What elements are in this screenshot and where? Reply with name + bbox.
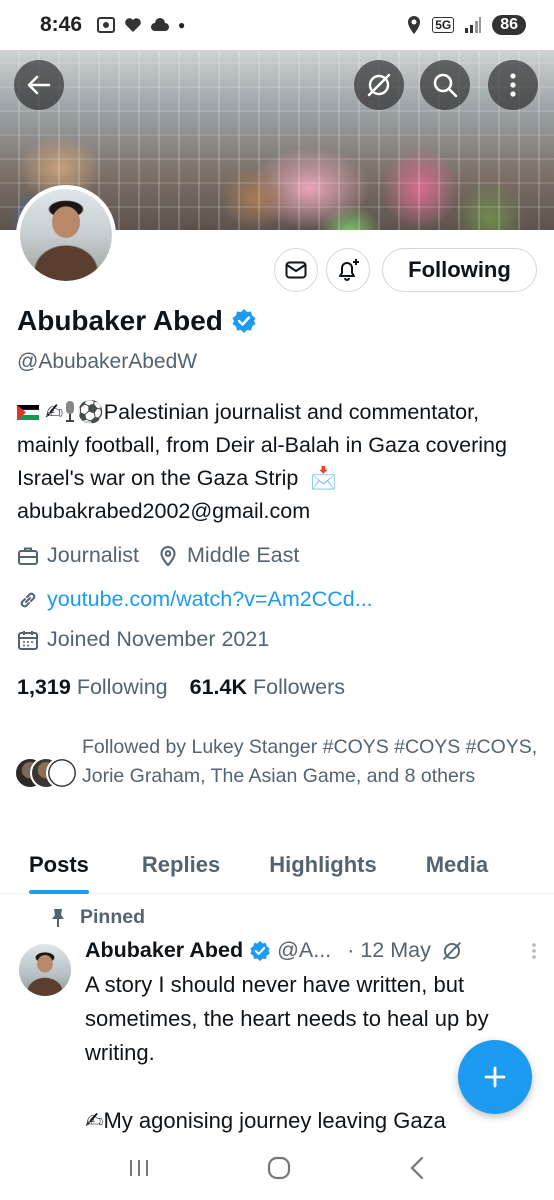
search-icon	[433, 73, 458, 98]
following-count-link[interactable]: 1,319 Following	[17, 675, 168, 700]
back-button[interactable]	[14, 60, 64, 110]
tweet-body[interactable]: A story I should never have written, but…	[85, 968, 525, 1138]
compose-button[interactable]	[458, 1040, 532, 1114]
followers-label: Followers	[253, 675, 346, 699]
profile-meta-joined: Joined November 2021	[17, 627, 269, 652]
search-button[interactable]	[420, 60, 470, 110]
profile-tabs: Posts Replies Highlights Media	[0, 836, 554, 894]
following-button[interactable]: Following	[382, 248, 537, 292]
profile-category: Journalist	[47, 543, 140, 567]
location-icon	[408, 16, 421, 34]
plus-icon	[484, 1066, 506, 1088]
status-notification-icons: ●	[96, 16, 185, 34]
back-icon[interactable]	[407, 1155, 427, 1181]
briefcase-icon	[18, 547, 38, 565]
writing-hand-icon: ✍	[85, 1108, 104, 1133]
profile-link[interactable]: youtube.com/watch?v=Am2CCd...	[47, 587, 373, 612]
inbox-tray-icon: 📩	[310, 466, 338, 490]
network-label: 5G	[432, 17, 455, 33]
android-nav-bar	[0, 1136, 554, 1200]
battery-indicator: 86	[492, 15, 526, 35]
profile-avatar[interactable]	[16, 185, 116, 285]
football-icon: ⚽	[77, 400, 104, 424]
tweet-header: Abubaker Abed @A... · 12 May	[85, 938, 545, 963]
status-time: 8:46	[40, 13, 83, 36]
signal-icon	[465, 17, 482, 33]
pinned-indicator: Pinned	[50, 906, 145, 929]
following-count: 1,319	[17, 675, 71, 699]
profile-name-row: Abubaker Abed	[17, 305, 257, 337]
tab-highlights[interactable]: Highlights	[269, 836, 377, 894]
more-vertical-icon	[532, 942, 536, 959]
profile-location: Middle East	[187, 543, 300, 567]
status-bar: 8:46 ● 5G 86	[0, 0, 554, 50]
dot-icon: ●	[178, 18, 186, 32]
grok-icon	[443, 941, 461, 960]
tweet-text-paragraph: ✍My agonising journey leaving Gaza	[85, 1104, 525, 1138]
following-label: Following	[76, 675, 168, 699]
grok-button[interactable]	[354, 60, 404, 110]
followers-count: 61.4K	[189, 675, 248, 699]
microphone-icon	[66, 401, 74, 422]
profile-bio: ✍ ⚽Palestinian journalist and commentator…	[17, 396, 537, 528]
verified-badge-icon	[250, 940, 270, 961]
status-system-icons: 5G 86	[406, 15, 526, 35]
profile-meta-category-location: Journalist Middle East	[17, 543, 299, 568]
calendar-icon	[18, 630, 38, 650]
verified-badge-icon	[232, 309, 256, 333]
grok-icon	[367, 73, 391, 97]
profile-handle: @AbubakerAbedW	[17, 350, 198, 373]
tab-media[interactable]: Media	[426, 836, 488, 894]
pin-icon	[52, 908, 64, 927]
tab-replies[interactable]: Replies	[142, 836, 220, 894]
tweet-text-paragraph: A story I should never have written, but…	[85, 972, 489, 1065]
envelope-icon	[285, 261, 307, 279]
profile-name: Abubaker Abed	[17, 305, 223, 336]
tab-posts[interactable]: Posts	[29, 836, 89, 894]
message-button[interactable]	[274, 248, 318, 292]
recent-apps-icon[interactable]	[127, 1157, 151, 1179]
followed-by-avatars	[14, 757, 80, 791]
tweet-author-name[interactable]: Abubaker Abed	[85, 938, 243, 963]
cloud-icon	[151, 18, 170, 31]
followers-count-link[interactable]: 61.4K Followers	[190, 675, 345, 700]
tweet-date[interactable]: · 12 May	[347, 938, 431, 963]
notifications-button[interactable]	[326, 248, 370, 292]
profile-joined: Joined November 2021	[47, 627, 270, 651]
followed-by[interactable]: Followed by Lukey Stanger #COYS #COYS #C…	[14, 733, 539, 791]
palestine-flag-icon	[17, 405, 39, 420]
pinned-label: Pinned	[80, 906, 146, 928]
more-vertical-icon	[510, 73, 516, 97]
writing-hand-icon: ✍	[44, 400, 63, 424]
tweet-author-handle: @A...	[277, 938, 332, 962]
home-icon[interactable]	[266, 1155, 292, 1181]
avatar-image	[20, 189, 112, 281]
bio-email[interactable]: abubakrabed2002@gmail.com	[17, 499, 310, 523]
heart-icon	[125, 18, 141, 32]
profile-counts: 1,319 Following 61.4K Followers	[17, 675, 345, 700]
tweet-author-avatar[interactable]	[19, 944, 71, 996]
bell-plus-icon	[339, 259, 359, 281]
followed-by-text: Followed by Lukey Stanger #COYS #COYS #C…	[82, 736, 538, 787]
arrow-left-icon	[27, 75, 51, 95]
location-pin-icon	[160, 545, 176, 566]
link-icon	[20, 592, 36, 607]
more-options-button[interactable]	[488, 60, 538, 110]
screenshot-icon	[97, 17, 116, 33]
follower-avatar	[46, 757, 78, 789]
profile-meta-link: youtube.com/watch?v=Am2CCd...	[17, 587, 373, 612]
tweet-line2: My agonising journey leaving Gaza	[103, 1108, 446, 1133]
